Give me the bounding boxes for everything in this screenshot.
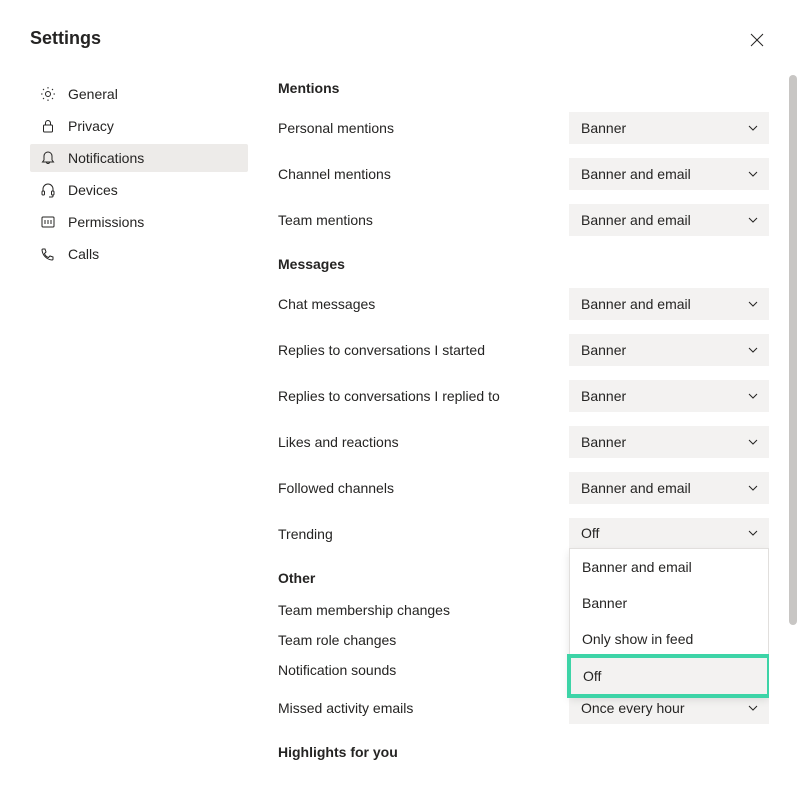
- sidebar-item-label: Calls: [68, 246, 99, 262]
- dropdown-value: Banner: [581, 342, 626, 358]
- dropdown-value: Banner and email: [581, 296, 691, 312]
- dropdown-replies-replied[interactable]: Banner: [569, 380, 769, 412]
- sidebar-item-label: General: [68, 86, 118, 102]
- sidebar-item-label: Privacy: [68, 118, 114, 134]
- dropdown-replies-started[interactable]: Banner: [569, 334, 769, 366]
- sidebar-item-notifications[interactable]: Notifications: [30, 144, 248, 172]
- dropdown-option-feed[interactable]: Only show in feed: [570, 621, 768, 657]
- setting-label: Missed activity emails: [278, 700, 569, 716]
- lock-icon: [40, 118, 56, 134]
- setting-label: Channel mentions: [278, 166, 569, 182]
- dropdown-chat-messages[interactable]: Banner and email: [569, 288, 769, 320]
- chevron-down-icon: [747, 214, 759, 226]
- sidebar-item-privacy[interactable]: Privacy: [30, 112, 248, 140]
- setting-label: Team role changes: [278, 632, 569, 648]
- dropdown-value: Banner: [581, 434, 626, 450]
- setting-label: Likes and reactions: [278, 434, 569, 450]
- dropdown-team-mentions[interactable]: Banner and email: [569, 204, 769, 236]
- section-title-highlights: Highlights for you: [278, 744, 769, 760]
- dropdown-likes-reactions[interactable]: Banner: [569, 426, 769, 458]
- dropdown-trending[interactable]: Off Banner and email Banner Only show in…: [569, 518, 769, 550]
- dropdown-value: Off: [581, 525, 599, 541]
- dropdown-value: Banner and email: [581, 480, 691, 496]
- dropdown-value: Banner and email: [581, 166, 691, 182]
- setting-label: Followed channels: [278, 480, 569, 496]
- sidebar: General Privacy Notifica: [30, 80, 248, 768]
- scrollbar-thumb[interactable]: [789, 75, 797, 625]
- close-icon: [750, 33, 764, 47]
- bell-icon: [40, 150, 56, 166]
- chevron-down-icon: [747, 344, 759, 356]
- dropdown-value: Banner and email: [581, 212, 691, 228]
- key-icon: [40, 214, 56, 230]
- sidebar-item-label: Devices: [68, 182, 118, 198]
- setting-label: Notification sounds: [278, 662, 569, 678]
- chevron-down-icon: [747, 702, 759, 714]
- page-title: Settings: [30, 28, 101, 49]
- sidebar-item-label: Notifications: [68, 150, 144, 166]
- setting-label: Team mentions: [278, 212, 569, 228]
- chevron-down-icon: [747, 122, 759, 134]
- headset-icon: [40, 182, 56, 198]
- setting-label: Replies to conversations I started: [278, 342, 569, 358]
- dropdown-value: Banner: [581, 388, 626, 404]
- sidebar-item-label: Permissions: [68, 214, 144, 230]
- scrollbar-track: [789, 75, 797, 796]
- sidebar-item-permissions[interactable]: Permissions: [30, 208, 248, 236]
- chevron-down-icon: [747, 298, 759, 310]
- setting-label: Team membership changes: [278, 602, 569, 618]
- sidebar-item-calls[interactable]: Calls: [30, 240, 248, 268]
- chevron-down-icon: [747, 390, 759, 402]
- gear-icon: [40, 86, 56, 102]
- chevron-down-icon: [747, 168, 759, 180]
- sidebar-item-devices[interactable]: Devices: [30, 176, 248, 204]
- chevron-down-icon: [747, 527, 759, 539]
- chevron-down-icon: [747, 482, 759, 494]
- dropdown-option-banner[interactable]: Banner: [570, 585, 768, 621]
- dropdown-menu: Banner and email Banner Only show in fee…: [569, 548, 769, 696]
- setting-label: Replies to conversations I replied to: [278, 388, 569, 404]
- setting-label: Trending: [278, 526, 569, 542]
- dropdown-personal-mentions[interactable]: Banner: [569, 112, 769, 144]
- phone-icon: [40, 246, 56, 262]
- dropdown-followed-channels[interactable]: Banner and email: [569, 472, 769, 504]
- dropdown-value: Banner: [581, 120, 626, 136]
- setting-label: Chat messages: [278, 296, 569, 312]
- main-content: Mentions Personal mentions Banner Channe…: [248, 80, 769, 768]
- dropdown-option-off[interactable]: Off: [567, 654, 769, 698]
- dropdown-channel-mentions[interactable]: Banner and email: [569, 158, 769, 190]
- sidebar-item-general[interactable]: General: [30, 80, 248, 108]
- chevron-down-icon: [747, 436, 759, 448]
- setting-label: Personal mentions: [278, 120, 569, 136]
- section-title-messages: Messages: [278, 256, 769, 272]
- close-button[interactable]: [745, 28, 769, 52]
- section-title-mentions: Mentions: [278, 80, 769, 96]
- dropdown-value: Once every hour: [581, 700, 685, 716]
- dropdown-option-banner-email[interactable]: Banner and email: [570, 549, 768, 585]
